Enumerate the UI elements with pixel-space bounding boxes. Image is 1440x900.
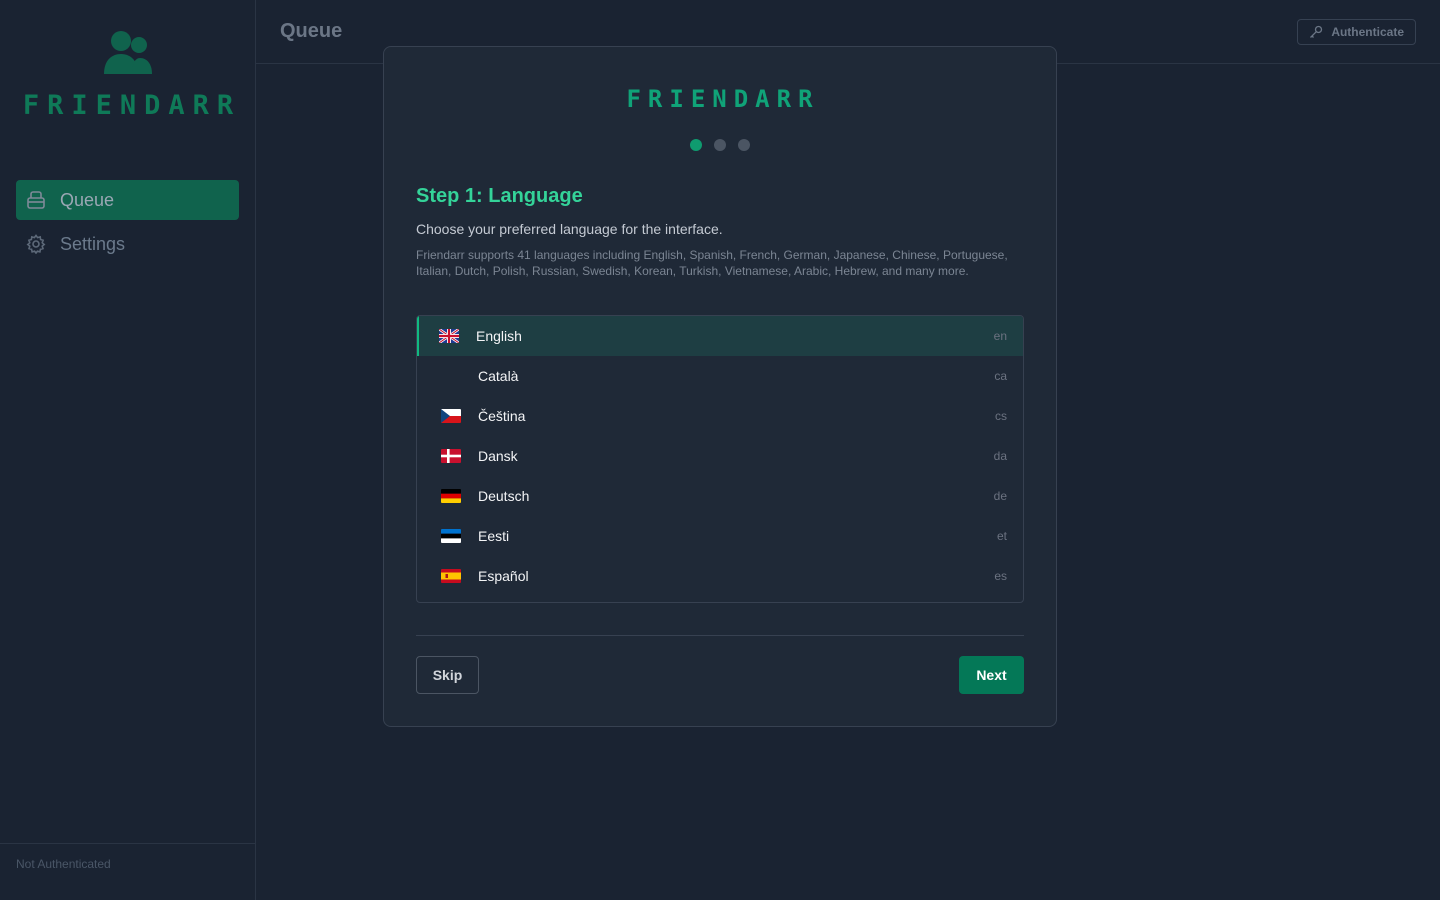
next-button[interactable]: Next	[959, 656, 1024, 694]
language-option-es[interactable]: Español es	[417, 556, 1023, 596]
language-list[interactable]: English en Català ca Čeština cs Dansk da…	[416, 315, 1024, 603]
gear-icon	[26, 234, 46, 254]
key-icon	[1310, 25, 1323, 38]
language-code: et	[996, 529, 1007, 543]
czech-flag-icon	[441, 409, 461, 423]
no-flag-placeholder	[441, 369, 461, 383]
language-option-de[interactable]: Deutsch de	[417, 476, 1023, 516]
sidebar: FRIENDARR Queue Settings Not Authenticat…	[0, 0, 256, 900]
language-option-da[interactable]: Dansk da	[417, 436, 1023, 476]
sidebar-item-queue[interactable]: Queue	[16, 180, 239, 220]
language-code: en	[993, 329, 1007, 343]
users-icon	[104, 31, 152, 74]
inbox-icon	[27, 191, 45, 209]
step-indicator	[384, 139, 1056, 151]
step-dot-1	[690, 139, 702, 151]
app-root: FRIENDARR Queue Settings Not Authenticat…	[0, 0, 1440, 900]
sidebar-item-settings[interactable]: Settings	[16, 224, 239, 264]
language-code: da	[993, 449, 1007, 463]
step-subtitle: Choose your preferred language for the i…	[416, 221, 723, 237]
main-content: Queue Authenticate FRIENDARR Step 1: Lan…	[256, 0, 1440, 900]
step-dot-2	[714, 139, 726, 151]
brand-wordmark: FRIENDARR	[22, 90, 242, 121]
brand: FRIENDARR	[0, 28, 256, 121]
language-name: Català	[478, 368, 519, 384]
sidebar-item-label: Settings	[60, 233, 126, 254]
language-code: de	[993, 489, 1007, 503]
german-flag-icon	[441, 489, 461, 503]
auth-status: Not Authenticated	[0, 843, 256, 900]
wizard-logo: FRIENDARR	[626, 85, 820, 113]
language-name: Čeština	[478, 408, 526, 424]
step-title: Step 1: Language	[416, 185, 583, 207]
language-option-et[interactable]: Eesti et	[417, 516, 1023, 556]
language-code: es	[994, 569, 1007, 583]
language-code: ca	[994, 369, 1007, 383]
language-name: Español	[478, 568, 529, 584]
sidebar-item-label: Queue	[60, 189, 115, 210]
language-name: Deutsch	[478, 488, 530, 504]
sidebar-nav: Queue Settings	[16, 180, 239, 268]
spanish-flag-icon	[441, 569, 461, 583]
page-title: Queue	[280, 20, 343, 42]
step-description: Friendarr supports 41 languages includin…	[416, 248, 1008, 278]
language-name: Eesti	[478, 528, 510, 544]
step-dot-3	[738, 139, 750, 151]
footer-divider	[416, 635, 1024, 636]
language-option-cs[interactable]: Čeština cs	[417, 396, 1023, 436]
authenticate-button[interactable]: Authenticate	[1297, 18, 1416, 45]
language-option-en[interactable]: English en	[417, 316, 1023, 356]
skip-button[interactable]: Skip	[416, 656, 479, 694]
language-name: Dansk	[478, 448, 518, 464]
estonian-flag-icon	[441, 529, 461, 543]
uk-flag-icon	[439, 329, 459, 343]
danish-flag-icon	[441, 449, 461, 463]
language-option-ca[interactable]: Català ca	[417, 356, 1023, 396]
authenticate-label: Authenticate	[1331, 24, 1404, 39]
language-name: English	[476, 328, 522, 344]
language-code: cs	[995, 409, 1007, 423]
setup-wizard-card: FRIENDARR Step 1: Language Choose your p…	[383, 46, 1057, 727]
